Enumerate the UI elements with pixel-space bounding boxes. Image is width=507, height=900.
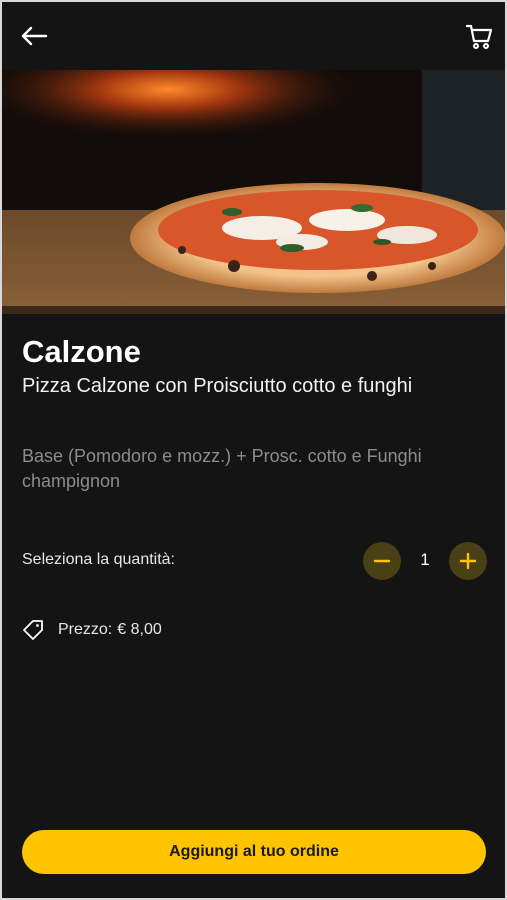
quantity-label: Seleziona la quantità: [22, 551, 175, 568]
tag-icon [23, 620, 43, 640]
decrease-quantity-button[interactable] [363, 542, 401, 580]
product-screen: Calzone Pizza Calzone con Proisciutto co… [2, 2, 505, 898]
increase-quantity-button[interactable] [449, 542, 487, 580]
quantity-value: 1 [420, 550, 430, 569]
back-button[interactable] [14, 16, 54, 56]
product-subtitle: Pizza Calzone con Proisciutto cotto e fu… [22, 375, 413, 397]
price-row: Prezzo: € 8,00 [22, 619, 162, 641]
arrow-left-icon [21, 26, 48, 46]
quantity-stepper: 1 [363, 542, 487, 580]
top-bar [2, 2, 505, 70]
product-title: Calzone [22, 334, 141, 369]
plus-icon [459, 552, 477, 570]
product-ingredients: Base (Pomodoro e mozz.) + Prosc. cotto e… [22, 446, 422, 491]
product-image [2, 70, 505, 314]
price-value: € 8,00 [117, 621, 162, 638]
price-label: Prezzo: [58, 621, 113, 638]
minus-icon [373, 559, 391, 563]
cart-icon [465, 24, 493, 49]
cart-button[interactable] [459, 16, 499, 56]
add-to-order-button[interactable]: Aggiungi al tuo ordine [22, 830, 486, 874]
